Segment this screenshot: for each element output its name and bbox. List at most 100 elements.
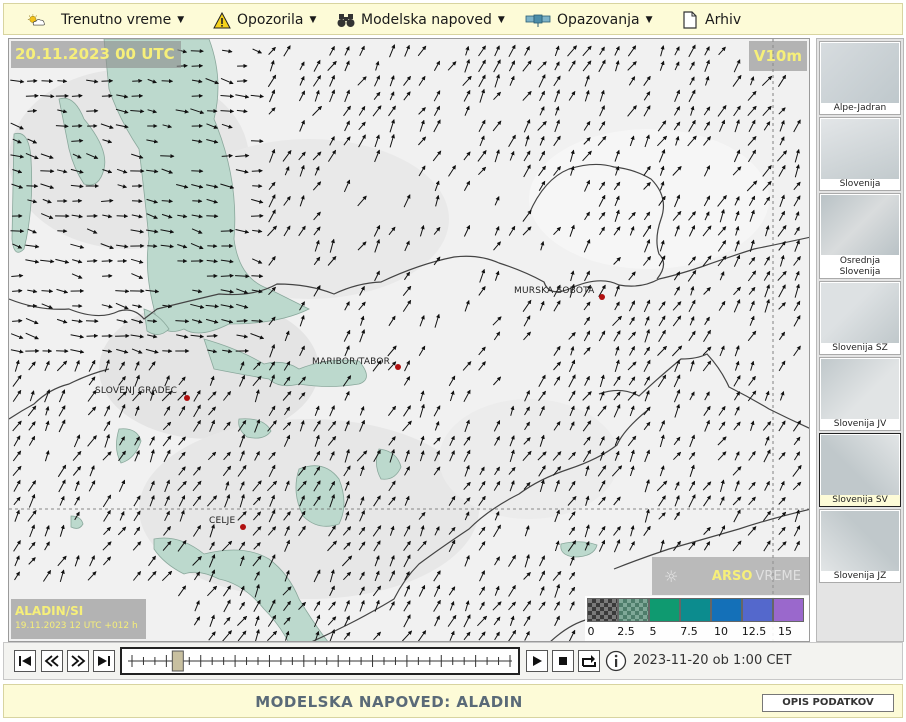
- wind-arrow: [299, 61, 305, 71]
- region-thumb-label: Osrednja Slovenija: [820, 256, 900, 278]
- wind-arrow: [674, 89, 681, 102]
- wind-arrow: [660, 539, 665, 552]
- wind-arrow: [689, 464, 695, 477]
- wind-arrow: [209, 614, 215, 627]
- region-thumb-slovenija-sz[interactable]: Slovenija SZ: [819, 281, 901, 355]
- wind-arrow: [659, 434, 665, 448]
- wind-arrow: [87, 435, 97, 447]
- wind-arrow: [748, 496, 756, 506]
- chevron-down-icon: ▼: [177, 15, 185, 25]
- wind-arrow: [523, 615, 531, 627]
- wind-arrow: [255, 629, 260, 641]
- wind-arrow: [58, 389, 66, 403]
- menu-opozorila[interactable]: Opozorila ▼: [212, 10, 316, 30]
- wind-arrow: [750, 76, 755, 86]
- timeline-slider[interactable]: [120, 647, 520, 675]
- first-frame-button[interactable]: [14, 650, 36, 672]
- wind-arrow: [28, 557, 36, 565]
- wind-arrow: [102, 541, 112, 551]
- wind-arrow: [761, 75, 773, 87]
- wind-arrow: [778, 420, 786, 432]
- wind-arrow: [207, 585, 218, 597]
- last-frame-button[interactable]: [93, 650, 115, 672]
- wind-arrow: [688, 480, 696, 491]
- wind-arrow: [478, 526, 486, 536]
- wind-arrow: [478, 361, 486, 371]
- wind-arrow: [343, 631, 351, 640]
- wind-arrow: [537, 61, 547, 71]
- data-description-button[interactable]: OPIS PODATKOV: [762, 694, 894, 712]
- region-thumb-slovenija[interactable]: Slovenija: [819, 117, 901, 191]
- wind-arrow: [28, 493, 36, 508]
- loop-button[interactable]: [578, 650, 600, 672]
- wind-arrow: [523, 164, 531, 178]
- menu-modelska-napoved[interactable]: Modelska napoved ▼: [336, 10, 505, 30]
- region-thumb-label: Slovenija SZ: [820, 343, 900, 354]
- wind-arrow: [434, 313, 440, 328]
- wind-arrow: [344, 301, 350, 311]
- next-frame-button[interactable]: [67, 650, 89, 672]
- wind-arrow: [674, 61, 680, 71]
- wind-arrow: [688, 330, 696, 342]
- region-thumb-slovenija-jv[interactable]: Slovenija JV: [819, 357, 901, 431]
- menu-trenutno-vreme[interactable]: Trenutno vreme ▼: [26, 10, 184, 30]
- wind-arrow: [479, 135, 485, 147]
- wind-arrow: [674, 46, 680, 56]
- city-label: MURSKA SOBOTA: [514, 286, 595, 296]
- wind-arrow: [688, 119, 696, 132]
- wind-arrow: [582, 45, 592, 57]
- wind-arrow: [764, 256, 770, 266]
- region-thumb-osrednja[interactable]: Osrednja Slovenija: [819, 193, 901, 279]
- region-thumb-alpe-jadran[interactable]: Alpe-Jadran: [819, 41, 901, 115]
- timeline-track: [128, 650, 512, 672]
- wind-arrow: [764, 284, 771, 298]
- timeline-handle[interactable]: [171, 650, 184, 672]
- page-footer: MODELSKA NAPOVED: ALADIN OPIS PODATKOV: [3, 684, 903, 718]
- region-thumb-slovenija-sv[interactable]: Slovenija SV: [819, 433, 901, 507]
- region-thumb-slovenija-jz[interactable]: Slovenija JZ: [819, 509, 901, 583]
- wind-arrow: [403, 614, 411, 628]
- wind-arrow: [104, 405, 110, 417]
- wind-arrow: [86, 258, 98, 264]
- wind-arrow: [779, 136, 785, 146]
- wind-arrow: [553, 300, 561, 312]
- region-thumbnail-image: [821, 435, 899, 495]
- wind-arrow: [597, 405, 607, 417]
- wind-arrow: [553, 345, 561, 356]
- previous-frame-button[interactable]: [41, 650, 63, 672]
- wind-arrow: [688, 299, 696, 313]
- wind-arrow: [569, 601, 575, 611]
- wind-arrow: [614, 284, 620, 297]
- wind-arrow: [448, 586, 456, 596]
- stop-button[interactable]: [552, 650, 574, 672]
- wind-arrow: [73, 434, 81, 448]
- wind-arrow: [344, 89, 350, 103]
- wind-arrow: [494, 556, 500, 566]
- wind-arrow: [703, 329, 711, 342]
- wind-arrow: [220, 228, 234, 233]
- wind-arrow: [87, 406, 97, 416]
- menu-arhiv[interactable]: Arhiv: [680, 10, 741, 30]
- wind-arrow: [538, 150, 546, 161]
- wind-arrow: [56, 288, 69, 294]
- wind-arrow: [41, 289, 54, 294]
- play-button[interactable]: [526, 650, 548, 672]
- wind-arrow: [494, 270, 500, 281]
- wind-arrow: [598, 539, 606, 552]
- wind-arrow: [614, 301, 620, 311]
- wind-forecast-map[interactable]: MURSKA SOBOTA MARIBOR/TABOR SLOVENJ GRAD…: [8, 38, 810, 642]
- wind-arrow: [239, 601, 245, 610]
- wind-arrow: [762, 105, 772, 117]
- wind-arrow: [222, 49, 233, 54]
- wind-arrow: [59, 495, 65, 506]
- wind-arrow: [583, 120, 591, 131]
- info-button[interactable]: [605, 650, 627, 672]
- wind-arrow: [57, 464, 67, 478]
- wind-arrow: [643, 299, 651, 313]
- menu-opazovanja[interactable]: Opazovanja ▼: [524, 10, 653, 30]
- wind-arrow: [493, 59, 501, 73]
- wind-arrow: [615, 345, 620, 356]
- wind-arrow: [313, 600, 321, 611]
- wind-arrow: [131, 198, 143, 204]
- menu-opazovanja-label: Opazovanja: [557, 12, 640, 28]
